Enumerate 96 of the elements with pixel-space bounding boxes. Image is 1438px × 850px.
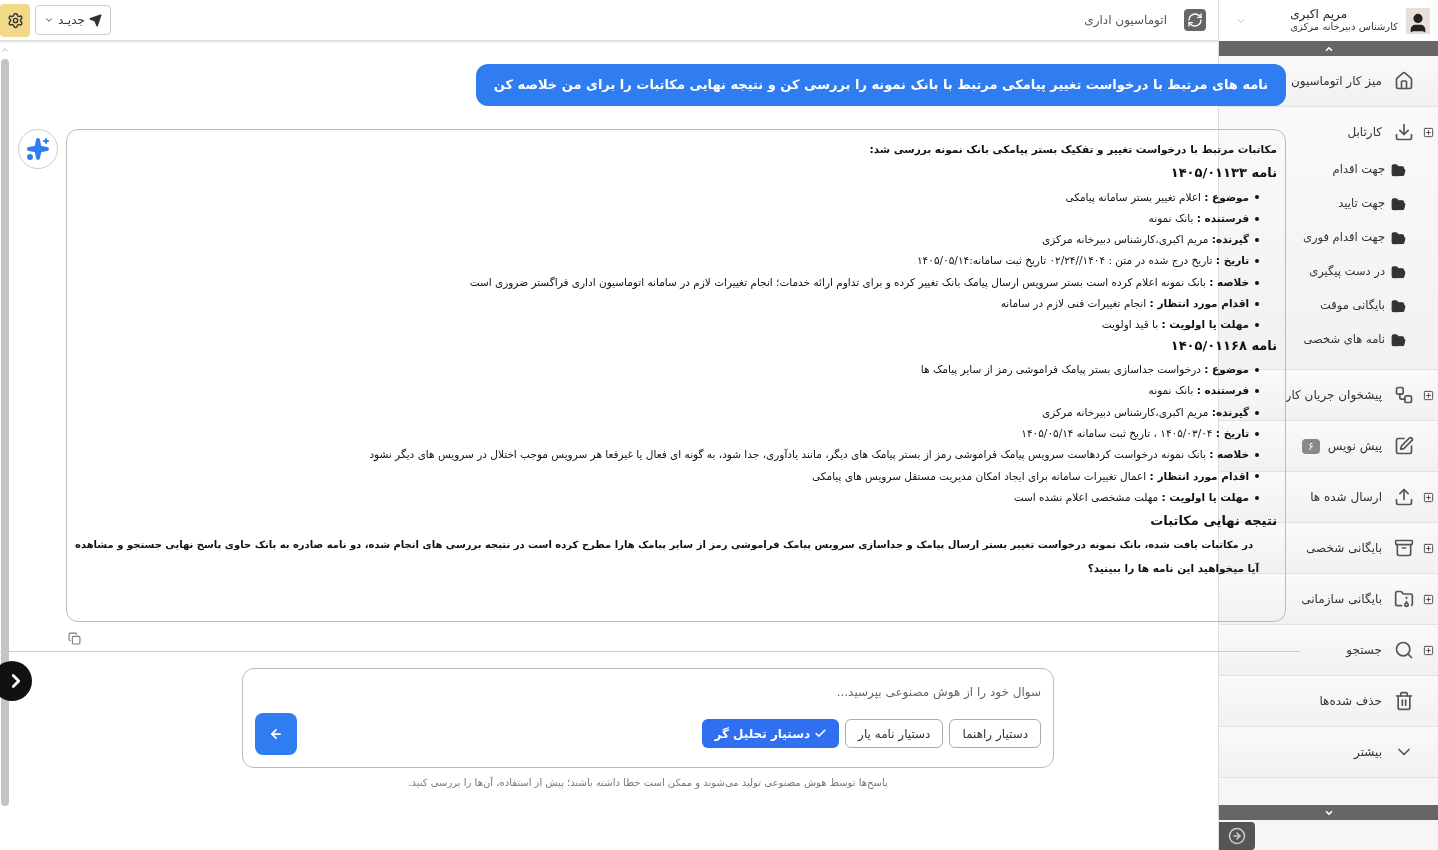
letter-detail: مهلت یا اولویت : مهلت مشخصی اعلام نشده است — [1013, 489, 1250, 506]
folder-archive-icon — [1394, 589, 1414, 609]
folder-icon — [1391, 162, 1406, 178]
expand-icon[interactable] — [1422, 389, 1434, 401]
folder-icon — [1391, 196, 1406, 212]
folder-icon — [1391, 332, 1406, 348]
result-text: در مکاتبات یافت شده، بانک نمونه درخواست تغییر بستر ارسال پیامک و جداسازی سرویس پیامک فراموشی رمز از سایر پیامک هارا مطرح کرده است در نتیجه بررسی های انجام شده، دو نامه صادره به بانک حاوی پاسخ نهایی جستجو و مشاهده — [75, 537, 1255, 552]
trash-icon — [1394, 691, 1414, 711]
bullet-icon — [1255, 280, 1260, 285]
bullet-icon — [1255, 495, 1260, 500]
folder-icon — [1391, 298, 1406, 314]
sparkle-icon — [26, 136, 50, 161]
new-dropdown-button[interactable]: جدیـد — [35, 5, 111, 35]
sidebar-subitem[interactable]: نامه های شخصی — [1303, 331, 1385, 349]
sidebar-item[interactable]: پیش نویس — [1327, 437, 1382, 455]
send-icon — [88, 13, 102, 27]
sidebar-item[interactable]: پیشخوان جریان کار — [1285, 386, 1382, 404]
sidebar-item[interactable]: بایگانی شخصی — [1306, 539, 1382, 557]
expand-icon[interactable] — [1422, 644, 1434, 656]
answer-intro: مکاتبات مرتبط با درخواست تغییر و تفکیک بستر پیامکی بانک نمونه بررسی شد: — [868, 141, 1278, 158]
expand-icon[interactable] — [1422, 593, 1434, 605]
count-badge: ۶ — [1302, 438, 1320, 454]
letter-detail: فرستنده : بانک نمونه — [1148, 210, 1250, 227]
assistant-chip[interactable]: دستیار نامه یار — [845, 719, 944, 749]
letter-detail: گیرنده: مریم اکبری،کارشناس دبیرخانه مرکزی — [1042, 232, 1250, 248]
sidebar-subitem[interactable]: جهت تایید — [1338, 195, 1385, 213]
caret-icon — [44, 15, 54, 25]
arrow-circle-icon — [1228, 827, 1246, 845]
bullet-icon — [1255, 410, 1260, 415]
letter-detail: موضوع : درخواست جداسازی بستر پیامک فراموشی رمز از سایر پیامک ها — [920, 362, 1250, 378]
bullet-icon — [1255, 301, 1260, 306]
letter-detail: اقدام مورد انتظار : اعمال تغییرات سامانه برای ایجاد امکان مدیریت مستقل سرویس های پیامکی — [811, 468, 1250, 485]
letter-detail: موضوع : اعلام تغییر بستر سامانه پیامکی — [1065, 189, 1250, 206]
app-title: اتوماسیون اداری — [1084, 12, 1167, 29]
cabinet-icon — [1394, 538, 1414, 558]
letter-detail: اقدام مورد انتظار : انجام تغییرات فنی لازم در سامانه — [1000, 296, 1250, 312]
sidebar-subitem[interactable]: بایگانی موقت — [1319, 297, 1385, 315]
refresh-icon[interactable] — [1184, 9, 1206, 31]
settings-icon — [6, 11, 24, 29]
collapse-toggle-button[interactable] — [0, 661, 32, 701]
bullet-icon — [1255, 367, 1260, 372]
expand-icon[interactable] — [1422, 491, 1434, 503]
settings-button[interactable] — [0, 3, 30, 37]
sidebar-item[interactable]: جستجو — [1346, 641, 1382, 659]
letter-detail: خلاصه : بانک نمونه اعلام کرده است بستر سرویس ارسال پیامک بانک تغییر کرده و برای تداوم ارائه خدمات؛ انجام تغییرات لازم در سامانه اتوماسیون اداری فراگستر ضروری است — [469, 274, 1250, 291]
bullet-icon — [1255, 431, 1260, 436]
bullet-icon — [1255, 216, 1260, 221]
bullet-icon — [1255, 238, 1260, 242]
scrollbar-thumb[interactable] — [1, 59, 9, 806]
sidebar-subitem[interactable]: جهت اقدام فوری — [1302, 229, 1385, 247]
follow-up-question: آیا میخواهید این نامه ها را ببینید؟ — [1086, 560, 1261, 577]
sidebar-toggle-button[interactable] — [1219, 822, 1255, 850]
bullet-icon — [1255, 195, 1260, 200]
user-role: کارشناس دبیرخانه مرکزی — [1290, 21, 1398, 33]
letter-detail: مهلت یا اولویت : با قید اولویت — [1101, 317, 1250, 333]
bullet-icon — [1255, 389, 1260, 394]
home-icon — [1394, 71, 1414, 91]
sidebar-item[interactable]: ارسال شده ها — [1310, 488, 1382, 506]
letter-detail: خلاصه : بانک نمونه درخواست کردهاست سرویس پیامک فراموشی رمز از بستر پیامک های دیگر، مانند یادآوری، جدا شود، به گونه ای فعال یا غیرفعا هر سرویس موجب اختلال در سرویس های دیگر نشود — [369, 447, 1250, 463]
bullet-icon — [1255, 259, 1260, 264]
user-avatar — [1406, 7, 1430, 34]
letter-heading: نامه ۱۴۰۵/۰۱۱۳۳ — [1169, 164, 1278, 183]
expand-icon[interactable] — [1422, 542, 1434, 554]
user-message: نامه های مرتبط با درخواست تغییر پیامکی مرتبط با بانک نمونه را بررسی کن و نتیجه نهایی مکاتبات را برای من خلاصه کن — [475, 64, 1287, 106]
expand-icon[interactable] — [1422, 126, 1434, 138]
sidebar-subitem[interactable]: در دست پیگیری — [1309, 263, 1385, 281]
edit-icon — [1394, 436, 1414, 456]
inbox-tray-icon — [1394, 122, 1414, 142]
letter-detail: تاریخ : تاریخ درج شده در متن : ۱۴۰۴//۰۲/۲۴ تاریخ ثبت سامانه:۱۴۰۵/۰۵/۱۴ — [916, 253, 1250, 269]
folder-icon — [1391, 264, 1406, 280]
search-icon — [1394, 640, 1414, 660]
workflow-icon — [1394, 385, 1414, 405]
letter-detail: گیرنده: مریم اکبری،کارشناس دبیرخانه مرکزی — [1042, 404, 1250, 421]
bullet-icon — [1255, 474, 1260, 479]
outbox-tray-icon — [1394, 487, 1414, 507]
bullet-icon — [1255, 323, 1260, 328]
sidebar-item[interactable]: حذف شده‌ها — [1319, 692, 1382, 710]
copy-icon[interactable] — [68, 631, 81, 645]
sidebar-item[interactable]: میز کار اتوماسیون — [1290, 72, 1382, 90]
sidebar-item[interactable]: بایگانی سازمانی — [1301, 590, 1382, 608]
sidebar-subitem[interactable]: جهت اقدام — [1332, 161, 1385, 179]
letter-detail: فرستنده : بانک نمونه — [1148, 383, 1250, 399]
assistant-chip[interactable]: دستیار راهنما — [949, 719, 1042, 749]
question-input[interactable]: سوال خود را از هوش مصنوعی بپرسید... — [255, 682, 1042, 701]
bullet-icon — [1255, 453, 1260, 458]
user-name: مریم اکبری — [1290, 8, 1348, 21]
arrow-left-icon — [269, 726, 284, 741]
folder-icon — [1391, 230, 1406, 246]
letter-detail: تاریخ : ۱۴۰۵/۰۳/۰۴ ، تاریخ ثبت سامانه ۱۴۰۵/۰۵/۱۴ — [1021, 426, 1250, 442]
send-button[interactable] — [255, 712, 298, 755]
letter-heading: نامه ۱۴۰۵/۰۱۱۶۸ — [1169, 336, 1278, 355]
result-heading: نتیجه نهایی مکاتبات — [1149, 512, 1278, 531]
sidebar-item[interactable]: کارتابل — [1347, 123, 1382, 141]
disclaimer: پاسخ‌ها توسط هوش مصنوعی تولید می‌شوند و ممکن است خطا داشته باشند؛ پیش از استفاده، آن‌ها را بررسی کنید. — [408, 775, 888, 790]
sidebar-item[interactable]: بیشتر — [1354, 743, 1382, 761]
assistant-chip[interactable]: دستیار تحلیل گر — [702, 719, 840, 749]
